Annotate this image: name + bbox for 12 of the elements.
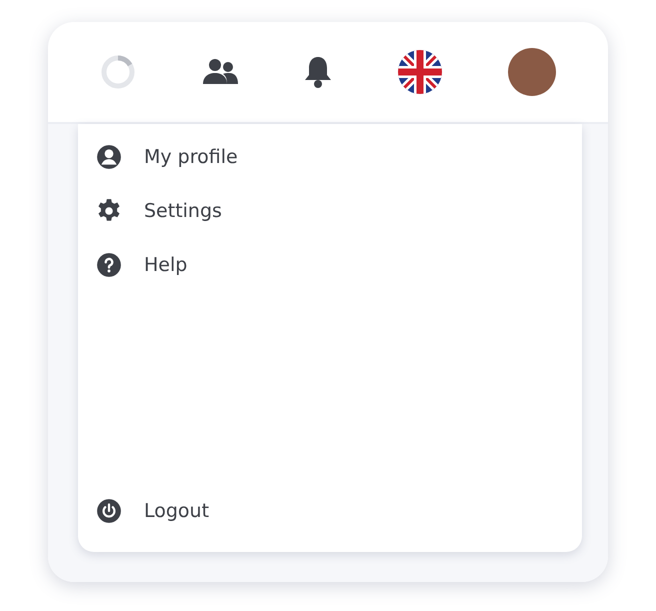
user-icon	[96, 144, 122, 170]
logout-menu-item[interactable]: Logout	[78, 488, 228, 534]
loading-spinner-icon	[100, 54, 136, 90]
settings-icon	[96, 198, 122, 224]
bell-icon[interactable]	[302, 55, 333, 89]
help-icon	[96, 252, 122, 278]
users-icon[interactable]	[200, 57, 239, 87]
avatar[interactable]	[508, 48, 556, 96]
profile-menu-item[interactable]: My profile	[78, 134, 256, 180]
settings-menu-item[interactable]: Settings	[78, 188, 240, 234]
power-icon	[96, 498, 122, 524]
help-menu-item[interactable]: Help	[78, 242, 206, 288]
